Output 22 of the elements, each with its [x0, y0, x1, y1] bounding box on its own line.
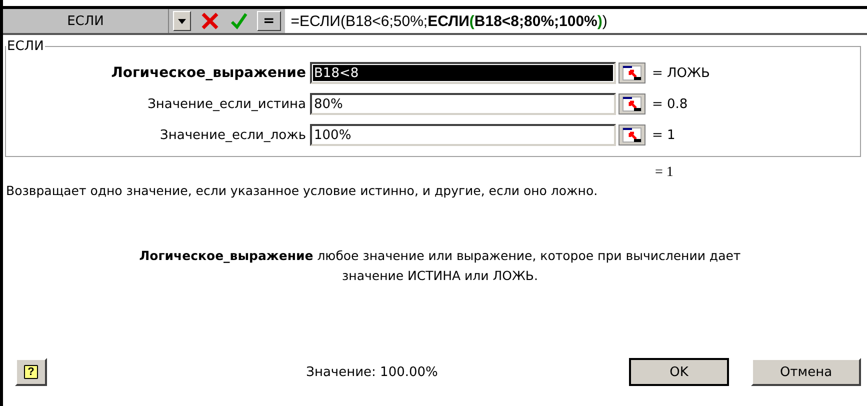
- argument-label: Логическое_выражение: [110, 65, 307, 81]
- function-description: Возвращает одно значение, если указанное условие истинно, и другие, если оно ложно.: [6, 183, 599, 198]
- argument-description: Логическое_выражение любое значение или выражение, которое при вычислении дает значение ИСТИНА или ЛОЖЬ.: [138, 247, 742, 285]
- argument-field[interactable]: 100%: [310, 124, 616, 146]
- equals-button[interactable]: =: [257, 11, 281, 31]
- argument-result: = 0.8: [652, 96, 688, 112]
- ok-button[interactable]: OK: [629, 358, 729, 386]
- argument-label: Значение_если_ложь: [159, 128, 307, 142]
- argument-field[interactable]: B18<8: [310, 62, 616, 84]
- cell-picker-icon[interactable]: [618, 124, 646, 146]
- cell-picker-icon[interactable]: [618, 62, 646, 84]
- argument-result: = 1: [652, 128, 676, 142]
- group-title: ЕСЛИ: [6, 39, 45, 54]
- formula-field[interactable]: =ЕСЛИ(B18<6;50%;ЕСЛИ(B18<8;80%;100%)): [284, 9, 867, 33]
- cancel-button[interactable]: Отмена: [751, 358, 861, 386]
- argument-field[interactable]: 80%: [310, 93, 616, 115]
- value-text: Значение: 100.00%: [305, 364, 439, 380]
- help-button[interactable]: ?: [15, 358, 47, 386]
- argument-label: Значение_если_истина: [146, 96, 307, 112]
- cell-picker-icon[interactable]: [618, 93, 646, 115]
- formula-result: = 1: [655, 165, 674, 181]
- argument-result: = ЛОЖЬ: [652, 66, 710, 80]
